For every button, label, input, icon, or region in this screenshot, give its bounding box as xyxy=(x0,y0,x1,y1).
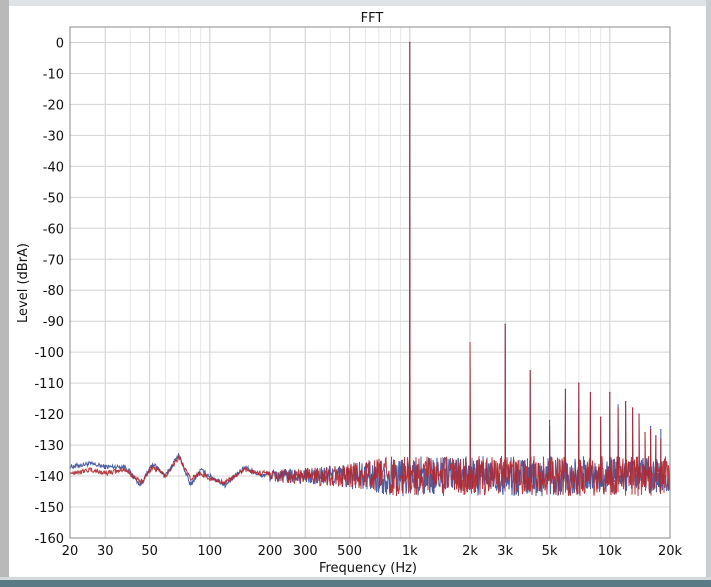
y-tick-label: -80 xyxy=(43,284,64,299)
x-tick-label: 2k xyxy=(462,544,478,559)
chart-title: FFT xyxy=(361,11,384,26)
x-tick-label: 5k xyxy=(542,544,558,559)
harmonic-peak-point xyxy=(650,425,652,428)
y-tick-label: -160 xyxy=(34,532,64,547)
x-tick-label: 10k xyxy=(598,544,623,559)
y-tick-label: -70 xyxy=(43,253,64,268)
series-line-channel-a xyxy=(69,42,671,497)
harmonic-peak-point xyxy=(589,391,592,394)
y-tick-label: -120 xyxy=(34,408,64,423)
x-tick-label: 3k xyxy=(497,544,513,559)
x-tick-label: 20 xyxy=(62,544,79,559)
harmonic-peak-point xyxy=(638,413,640,415)
harmonic-peak-point xyxy=(564,388,567,390)
x-tick-label: 500 xyxy=(337,544,362,559)
x-tick-label: 200 xyxy=(258,544,283,559)
y-tick-label: -50 xyxy=(43,191,64,206)
harmonic-peak-point xyxy=(578,382,580,384)
x-tick-label: 100 xyxy=(197,544,222,559)
harmonic-peak-point xyxy=(617,404,619,406)
harmonic-peak-point xyxy=(660,429,662,431)
y-tick-label: -90 xyxy=(43,315,64,330)
y-tick-label: -100 xyxy=(34,346,64,361)
y-axis-label: Level (dBrA) xyxy=(16,243,31,323)
harmonic-peak-point xyxy=(504,323,506,325)
fft-chart: FFT Level (dBrA) Frequency (Hz) 0 -10 -20 -… xyxy=(16,11,683,576)
y-tick-label: -130 xyxy=(34,439,64,454)
harmonic-peak-point xyxy=(409,41,411,44)
series-line-channel-b xyxy=(69,42,671,496)
harmonic-peak-point xyxy=(548,419,551,421)
y-tick-label: -30 xyxy=(43,129,64,144)
x-tick-label: 30 xyxy=(97,544,114,559)
y-tick-label: -60 xyxy=(43,222,64,237)
x-axis-label: Frequency (Hz) xyxy=(319,561,417,576)
x-tick-label: 20k xyxy=(658,544,683,559)
y-tick-label: 0 xyxy=(56,36,64,51)
x-tick-label: 300 xyxy=(293,544,318,559)
harmonic-peak-point xyxy=(660,438,662,440)
harmonic-peak-point xyxy=(655,435,657,437)
y-tick-label: -20 xyxy=(43,98,64,113)
harmonic-peak-point xyxy=(644,432,646,434)
harmonic-peak-point xyxy=(548,425,551,428)
harmonic-peak-point xyxy=(609,391,611,394)
harmonic-peak-point xyxy=(650,429,652,431)
y-tick-label: -150 xyxy=(34,501,64,516)
harmonic-peak-point xyxy=(469,342,471,344)
y-tick-label: -10 xyxy=(43,67,64,82)
x-tick-label: 1k xyxy=(402,544,418,559)
y-tick-label: -110 xyxy=(34,377,64,392)
harmonic-peak-point xyxy=(625,401,627,403)
y-tick-label: -40 xyxy=(43,160,64,175)
y-tick-label: -140 xyxy=(34,470,64,485)
harmonic-peak-point xyxy=(529,370,531,372)
harmonic-peak-point xyxy=(617,407,619,409)
x-tick-label: 50 xyxy=(141,544,158,559)
harmonic-peak-point xyxy=(600,416,602,418)
harmonic-peak-point xyxy=(631,407,634,409)
